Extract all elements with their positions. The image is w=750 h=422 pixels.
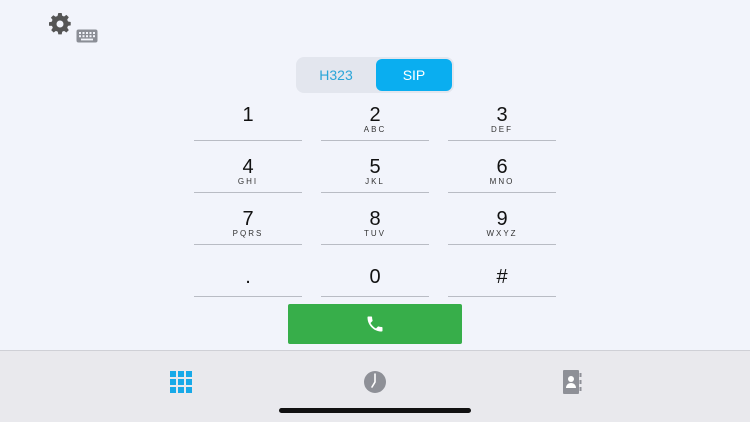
key-1[interactable]: 1 [194, 100, 302, 141]
key-digit: 7 [242, 208, 254, 230]
key-letters: ABC [363, 125, 387, 134]
key-letters: TUV [364, 229, 386, 238]
key-hash[interactable]: # [448, 256, 556, 297]
key-letters: PQRS [232, 229, 264, 238]
key-digit: 8 [369, 208, 381, 230]
key-letters: DEF [491, 125, 513, 134]
key-digit: 3 [496, 104, 508, 126]
clock-icon[interactable] [363, 369, 387, 395]
key-7[interactable]: 7 PQRS [194, 204, 302, 245]
gear-icon[interactable] [48, 12, 72, 36]
key-digit: 2 [369, 104, 381, 126]
key-digit: 9 [496, 208, 508, 230]
contacts-book-icon[interactable] [560, 369, 584, 395]
key-digit: 5 [369, 156, 381, 178]
key-6[interactable]: 6 MNO [448, 152, 556, 193]
key-letters: WXYZ [486, 229, 518, 238]
key-3[interactable]: 3 DEF [448, 100, 556, 141]
protocol-h323-button[interactable]: H323 [298, 59, 374, 91]
key-digit: . [245, 266, 251, 288]
home-indicator [279, 408, 471, 413]
key-letters: JKL [365, 177, 385, 186]
key-digit: 6 [496, 156, 508, 178]
key-5[interactable]: 5 JKL [321, 152, 429, 193]
phone-icon [367, 316, 383, 332]
key-4[interactable]: 4 GHI [194, 152, 302, 193]
key-letters: GHI [237, 177, 259, 186]
keyboard-icon[interactable] [76, 29, 98, 43]
key-dot[interactable]: . [194, 256, 302, 297]
key-0[interactable]: 0 [321, 256, 429, 297]
key-2[interactable]: 2 ABC [321, 100, 429, 141]
key-digit: 0 [369, 266, 381, 288]
key-letters: MNO [489, 177, 515, 186]
key-digit: 4 [242, 156, 254, 178]
key-8[interactable]: 8 TUV [321, 204, 429, 245]
keypad-grid-icon[interactable] [169, 369, 193, 395]
call-button[interactable] [288, 304, 462, 344]
protocol-sip-button[interactable]: SIP [376, 59, 452, 91]
key-9[interactable]: 9 WXYZ [448, 204, 556, 245]
protocol-selector: H323 SIP [296, 57, 454, 93]
key-digit: # [496, 266, 508, 288]
key-digit: 1 [242, 104, 254, 126]
